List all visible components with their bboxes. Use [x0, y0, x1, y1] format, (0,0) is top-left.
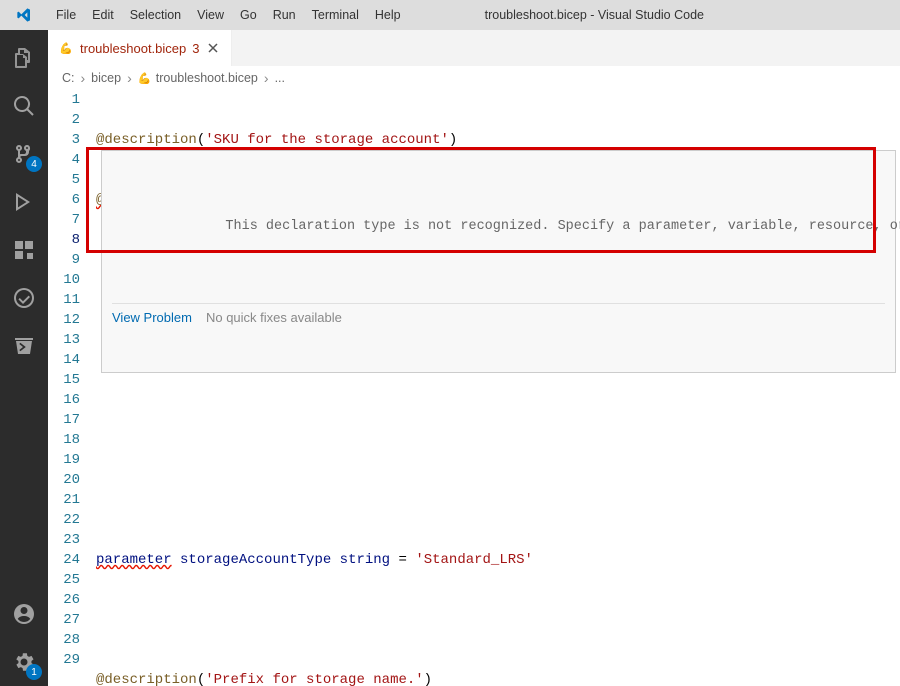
tabbar: 💪 troubleshoot.bicep 3 [48, 30, 900, 66]
activity-accounts[interactable] [0, 590, 48, 638]
problem-hover: This declaration type is not recognized.… [101, 150, 896, 373]
body: 4 1 [0, 30, 900, 686]
tab-troubleshoot-bicep[interactable]: 💪 troubleshoot.bicep 3 [48, 30, 232, 66]
activity-settings[interactable]: 1 [0, 638, 48, 686]
vscode-logo [0, 7, 48, 23]
menu-terminal[interactable]: Terminal [304, 0, 367, 30]
activitybar: 4 1 [0, 30, 48, 686]
menu-selection[interactable]: Selection [122, 0, 189, 30]
account-icon [12, 602, 36, 626]
no-quick-fix-label: No quick fixes available [206, 308, 342, 328]
play-bug-icon [12, 190, 36, 214]
menu-go[interactable]: Go [232, 0, 265, 30]
menu-run[interactable]: Run [265, 0, 304, 30]
files-icon [12, 46, 36, 70]
terminal-icon [12, 334, 36, 358]
problem-message: This declaration type is not recognized.… [112, 197, 885, 257]
search-icon [12, 94, 36, 118]
settings-badge: 1 [26, 664, 42, 680]
tab-close-button[interactable] [205, 40, 221, 56]
window-title: troubleshoot.bicep - Visual Studio Code [409, 8, 780, 22]
activity-extensions[interactable] [0, 226, 48, 274]
menubar: File Edit Selection View Go Run Terminal… [0, 0, 900, 30]
breadcrumbs[interactable]: C: › bicep › 💪 troubleshoot.bicep › ... [48, 66, 900, 90]
chevron-right-icon: › [127, 70, 132, 86]
breadcrumb-seg-file[interactable]: troubleshoot.bicep [156, 71, 258, 85]
menu-view[interactable]: View [189, 0, 232, 30]
bicep-file-icon: 💪 [58, 40, 74, 56]
view-problem-link[interactable]: View Problem [112, 308, 192, 328]
activity-source-control[interactable]: 4 [0, 130, 48, 178]
tab-label: troubleshoot.bicep [80, 41, 186, 56]
menu-file[interactable]: File [48, 0, 84, 30]
chevron-right-icon: › [264, 70, 269, 86]
activity-powershell[interactable] [0, 322, 48, 370]
extensions-icon [12, 238, 36, 262]
activity-run-debug[interactable] [0, 178, 48, 226]
line-number-gutter: 1 2 3 4 5 6 7 8 9 10 11 12 13 14 15 16 1 [48, 90, 96, 686]
breadcrumb-root[interactable]: C: [62, 71, 75, 85]
code-content[interactable]: @description('SKU for the storage accoun… [96, 90, 900, 686]
close-icon [207, 42, 219, 54]
source-control-badge: 4 [26, 156, 42, 172]
menu-edit[interactable]: Edit [84, 0, 122, 30]
breadcrumb-seg-bicep[interactable]: bicep [91, 71, 121, 85]
chevron-right-icon: › [81, 70, 86, 86]
app-root: File Edit Selection View Go Run Terminal… [0, 0, 900, 686]
beaker-check-icon [12, 286, 36, 310]
menu-help[interactable]: Help [367, 0, 409, 30]
activity-search[interactable] [0, 82, 48, 130]
activity-explorer[interactable] [0, 34, 48, 82]
activity-testing[interactable] [0, 274, 48, 322]
breadcrumb-more[interactable]: ... [275, 71, 285, 85]
code-editor[interactable]: 1 2 3 4 5 6 7 8 9 10 11 12 13 14 15 16 1 [48, 90, 900, 686]
editor-area: 💪 troubleshoot.bicep 3 C: › bicep › 💪 tr… [48, 30, 900, 686]
tab-problem-count: 3 [192, 41, 199, 56]
bicep-file-icon: 💪 [138, 71, 152, 85]
vscode-icon [16, 7, 32, 23]
